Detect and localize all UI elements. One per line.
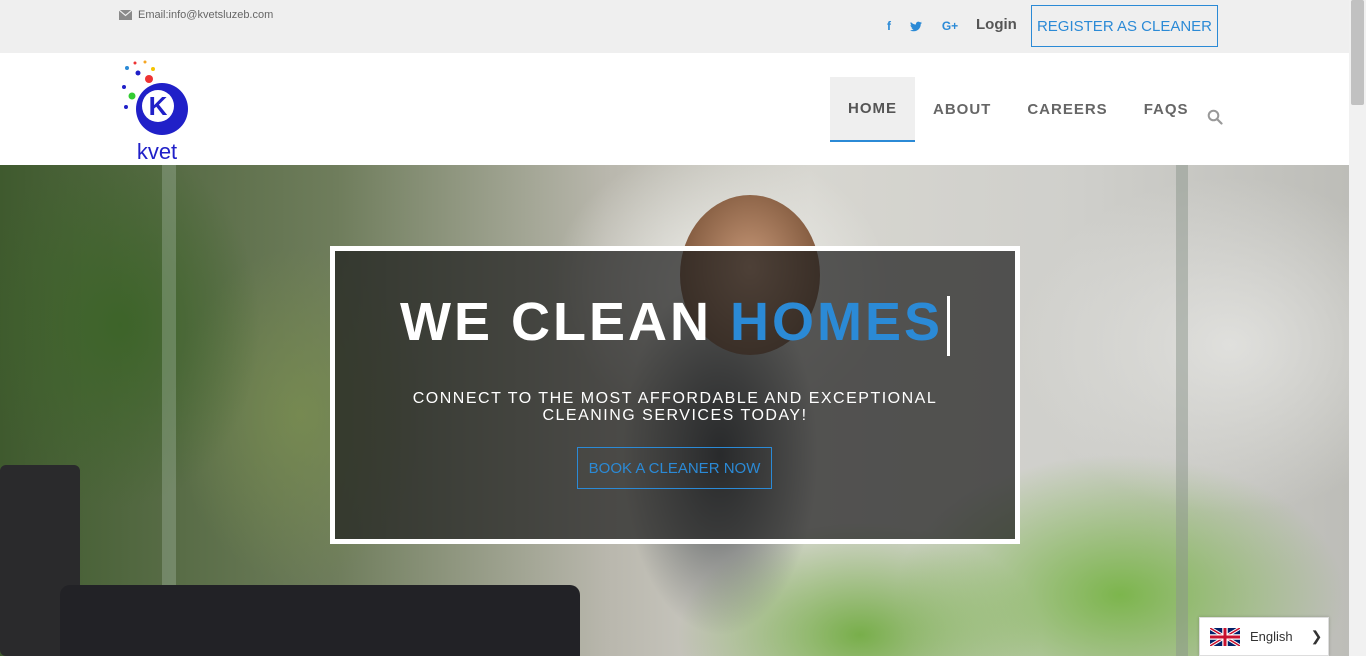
hero-caption-box: WE CLEAN HOMES CONNECT TO THE MOST AFFOR… bbox=[330, 246, 1020, 544]
main-nav: HOME ABOUT CAREERS FAQS bbox=[830, 77, 1207, 142]
page-scrollbar[interactable] bbox=[1349, 0, 1366, 656]
email-info: Email:info@kvetsluzeb.com bbox=[119, 9, 273, 21]
hero-section: WE CLEAN HOMES CONNECT TO THE MOST AFFOR… bbox=[0, 165, 1349, 656]
book-cleaner-button[interactable]: BOOK A CLEANER NOW bbox=[577, 447, 772, 489]
scrollbar-thumb[interactable] bbox=[1351, 0, 1364, 105]
language-label: English bbox=[1250, 629, 1293, 644]
kvet-logo[interactable]: K kvet bbox=[118, 59, 198, 164]
nav-home[interactable]: HOME bbox=[830, 77, 915, 142]
hero-subtitle-line: CLEANING SERVICES TODAY! bbox=[542, 407, 808, 424]
hero-subtitle-line: CONNECT TO THE MOST AFFORDABLE AND EXCEP… bbox=[412, 390, 938, 407]
nav-about[interactable]: ABOUT bbox=[915, 77, 1009, 142]
chevron-right-icon: ❯ bbox=[1310, 628, 1323, 644]
hero-image-glass-pole bbox=[1176, 165, 1188, 656]
uk-flag-icon bbox=[1210, 627, 1240, 646]
logo-letter: K bbox=[149, 91, 168, 121]
language-selector[interactable]: English ❯ bbox=[1199, 617, 1329, 656]
facebook-icon[interactable]: f bbox=[880, 17, 898, 35]
hero-title-main: WE CLEAN bbox=[399, 292, 730, 352]
search-icon[interactable] bbox=[1207, 109, 1223, 125]
twitter-icon[interactable] bbox=[907, 17, 925, 35]
hero-title-accent: HOMES bbox=[729, 292, 944, 352]
google-plus-icon[interactable]: G+ bbox=[940, 17, 960, 35]
nav-careers[interactable]: CAREERS bbox=[1009, 77, 1125, 142]
hero-subtitle: CONNECT TO THE MOST AFFORDABLE AND EXCEP… bbox=[365, 390, 985, 424]
register-as-cleaner-button[interactable]: REGISTER AS CLEANER bbox=[1031, 5, 1218, 47]
nav-faqs[interactable]: FAQS bbox=[1126, 77, 1207, 142]
hero-image-glass-pole bbox=[162, 165, 176, 656]
email-text: Email:info@kvetsluzeb.com bbox=[138, 9, 274, 21]
envelope-icon bbox=[119, 10, 132, 20]
hero-image-chair bbox=[60, 585, 580, 656]
login-link[interactable]: Login bbox=[976, 16, 1017, 33]
logo-text: kvet bbox=[137, 139, 177, 163]
hero-title: WE CLEAN HOMES bbox=[335, 291, 1015, 356]
top-bar: Email:info@kvetsluzeb.com f G+ Login REG… bbox=[0, 0, 1349, 53]
main-header: K kvet HOME ABOUT CAREERS FAQS bbox=[0, 53, 1349, 165]
typing-cursor bbox=[947, 295, 951, 356]
